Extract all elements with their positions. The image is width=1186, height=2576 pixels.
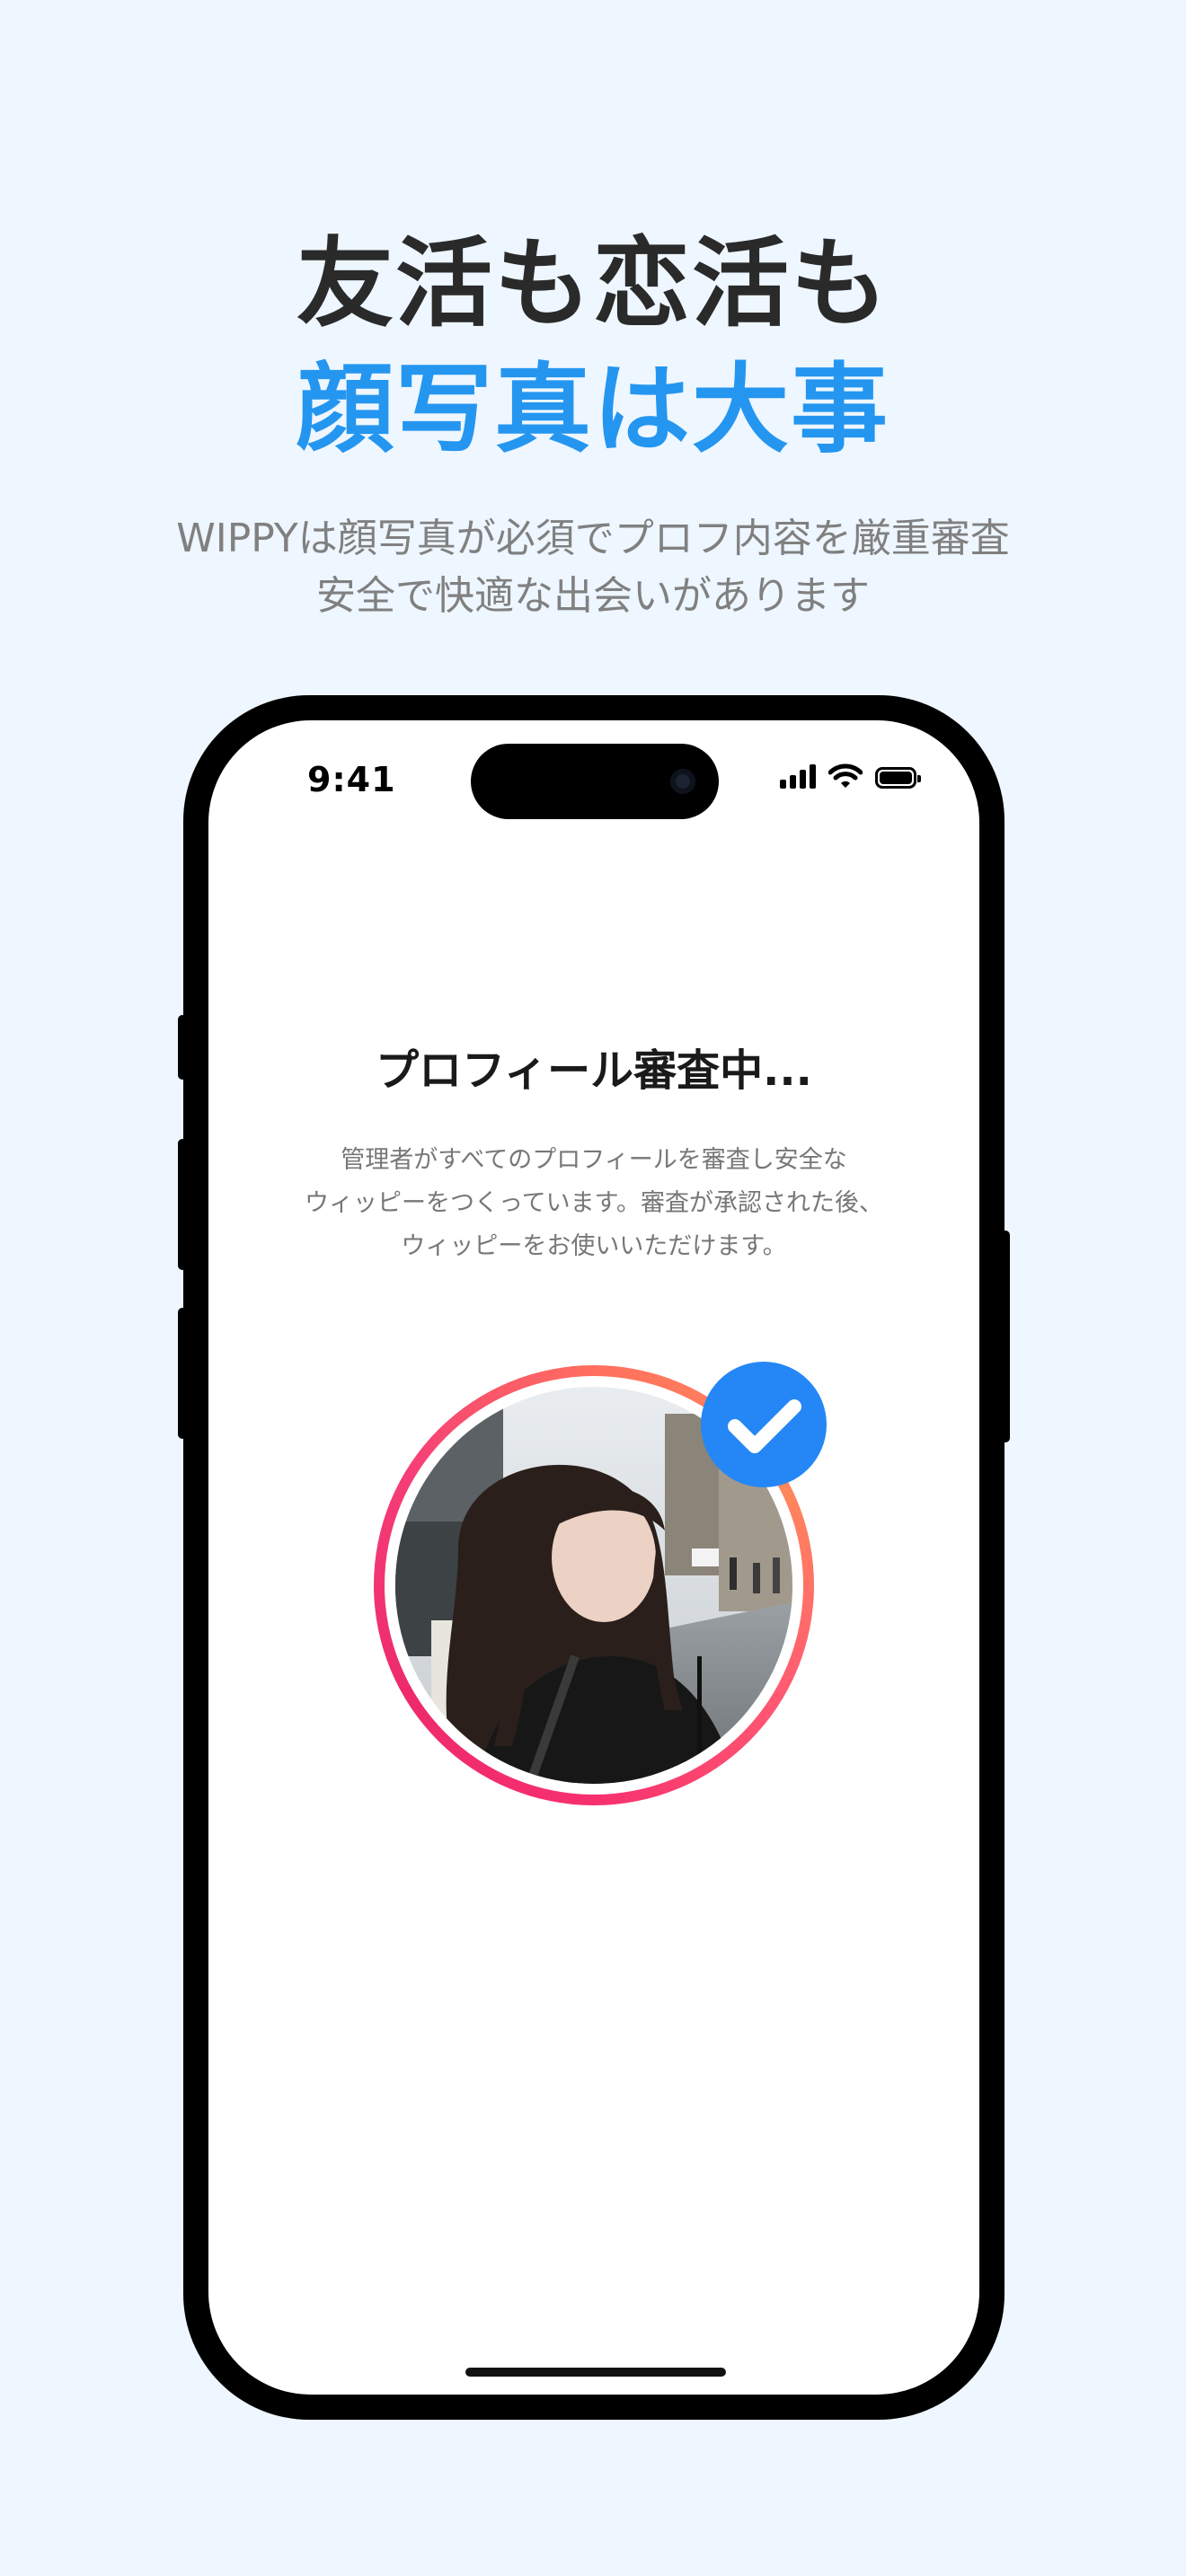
promo-headline-line2: 顔写真は大事 bbox=[296, 354, 890, 466]
home-indicator[interactable] bbox=[465, 2368, 726, 2377]
cellular-signal-icon bbox=[780, 763, 816, 789]
phone-screen: 9:41 プロフィール審査中... 管理者がすべてのプロフィールを審査し安全な … bbox=[208, 720, 979, 2395]
promo-subtitle-line1: WIPPYは顔写真が必須でプロフ内容を厳重審査 bbox=[176, 516, 1010, 561]
review-description-line: ウィッピーをつくっています。審査が承認された後、 bbox=[305, 1189, 883, 1217]
promo-subtitle-line2: 安全で快適な出会いがあります bbox=[316, 573, 870, 619]
promo-headline-line1: 友活も恋活も bbox=[296, 228, 890, 340]
camera-icon bbox=[670, 769, 695, 794]
review-title: プロフィール審査中... bbox=[376, 1045, 812, 1096]
review-description-line: 管理者がすべてのプロフィールを審査し安全な bbox=[341, 1146, 847, 1174]
review-description-line: ウィッピーをお使いいただけます。 bbox=[401, 1232, 787, 1260]
dynamic-island bbox=[471, 744, 719, 819]
wifi-icon bbox=[828, 763, 863, 788]
status-time: 9:41 bbox=[307, 760, 396, 799]
review-description: 管理者がすべてのプロフィールを審査し安全な ウィッピーをつくっています。審査が承… bbox=[208, 1139, 979, 1268]
verified-check-icon bbox=[701, 1362, 827, 1487]
status-icons bbox=[780, 763, 921, 789]
battery-icon bbox=[875, 767, 921, 789]
